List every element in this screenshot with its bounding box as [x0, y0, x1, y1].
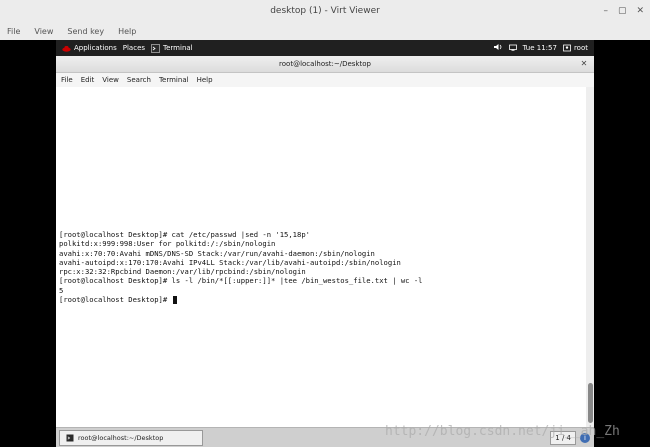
terminal-scrollbar[interactable]: [586, 87, 594, 427]
watermark: http://blog.csdn.net/ji__ah_Zh: [385, 424, 620, 439]
taskbar-item-terminal[interactable]: root@localhost:~/Desktop: [59, 430, 203, 446]
text-cursor: [172, 296, 177, 305]
gnome-bar-left: Applications Places Terminal: [56, 43, 193, 53]
terminal-titlebar: root@localhost:~/Desktop ✕: [56, 56, 594, 73]
minimize-icon[interactable]: –: [603, 0, 608, 22]
menu-help[interactable]: Help: [118, 27, 136, 36]
user-icon: [563, 44, 571, 52]
outer-window-title: desktop (1) - Virt Viewer: [270, 6, 380, 16]
network-icon[interactable]: [508, 43, 517, 53]
taskbar-item-label: root@localhost:~/Desktop: [78, 434, 164, 442]
terminal-line: avahi:x:70:70:Avahi mDNS/DNS-SD Stack:/v…: [59, 248, 375, 258]
menu-view[interactable]: View: [34, 27, 53, 36]
clock[interactable]: Tue 11:57: [523, 44, 557, 52]
terminal-icon: [66, 434, 74, 442]
scrollbar-thumb[interactable]: [588, 383, 593, 423]
terminal-line: avahi-autoipd:x:170:170:Avahi IPv4LL Sta…: [59, 257, 401, 267]
terminal-window: root@localhost:~/Desktop ✕ File Edit Vie…: [56, 56, 594, 427]
terminal-close-icon[interactable]: ✕: [574, 56, 594, 72]
maximize-icon[interactable]: ▢: [618, 0, 627, 22]
terminal-output[interactable]: [root@localhost Desktop]# cat /etc/passw…: [56, 87, 586, 427]
volume-icon[interactable]: [493, 43, 503, 53]
terminal-menu-help[interactable]: Help: [197, 76, 213, 84]
terminal-menu-terminal[interactable]: Terminal: [159, 76, 189, 84]
terminal-lines: [root@localhost Desktop]# cat /etc/passw…: [59, 230, 423, 305]
window-controls: – ▢ ✕: [603, 0, 644, 22]
outer-window-titlebar: desktop (1) - Virt Viewer – ▢ ✕: [0, 0, 650, 22]
user-menu[interactable]: root: [563, 44, 588, 52]
terminal-prompt: [root@localhost Desktop]#: [59, 295, 172, 305]
terminal-app-label: Terminal: [163, 44, 193, 52]
terminal-menu-file[interactable]: File: [61, 76, 73, 84]
applications-label: Applications: [74, 44, 117, 52]
terminal-app-menu[interactable]: Terminal: [151, 43, 193, 53]
places-menu[interactable]: Places: [123, 44, 145, 52]
menu-file[interactable]: File: [7, 27, 20, 36]
gnome-bar-right: Tue 11:57 root: [493, 43, 588, 53]
terminal-line: [root@localhost Desktop]# ls -l /bin/*[[…: [59, 276, 423, 286]
outer-menubar: File View Send key Help: [0, 22, 650, 40]
terminal-title: root@localhost:~/Desktop: [279, 60, 371, 68]
redhat-icon: [62, 45, 71, 52]
gnome-top-bar: Applications Places Terminal Tue 11:57 r…: [56, 40, 594, 56]
terminal-menu-search[interactable]: Search: [127, 76, 151, 84]
terminal-menu-edit[interactable]: Edit: [81, 76, 95, 84]
terminal-line: rpc:x:32:32:Rpcbind Daemon:/var/lib/rpcb…: [59, 267, 306, 277]
places-label: Places: [122, 44, 146, 52]
vm-screen[interactable]: Applications Places Terminal Tue 11:57 r…: [56, 40, 594, 447]
terminal-line: [root@localhost Desktop]# cat /etc/passw…: [59, 230, 310, 239]
close-icon[interactable]: ✕: [636, 0, 644, 22]
terminal-line: 5: [59, 285, 64, 295]
terminal-line: polkitd:x:999:998:User for polkitd:/:/sb…: [59, 239, 276, 249]
terminal-menubar: File Edit View Search Terminal Help: [56, 73, 594, 88]
menu-send-key[interactable]: Send key: [67, 27, 104, 36]
user-name: root: [573, 44, 588, 52]
terminal-menu-view[interactable]: View: [102, 76, 119, 84]
terminal-icon: [151, 43, 160, 53]
terminal-prompt-line: [root@localhost Desktop]#: [59, 295, 423, 305]
applications-menu[interactable]: Applications: [62, 44, 117, 52]
